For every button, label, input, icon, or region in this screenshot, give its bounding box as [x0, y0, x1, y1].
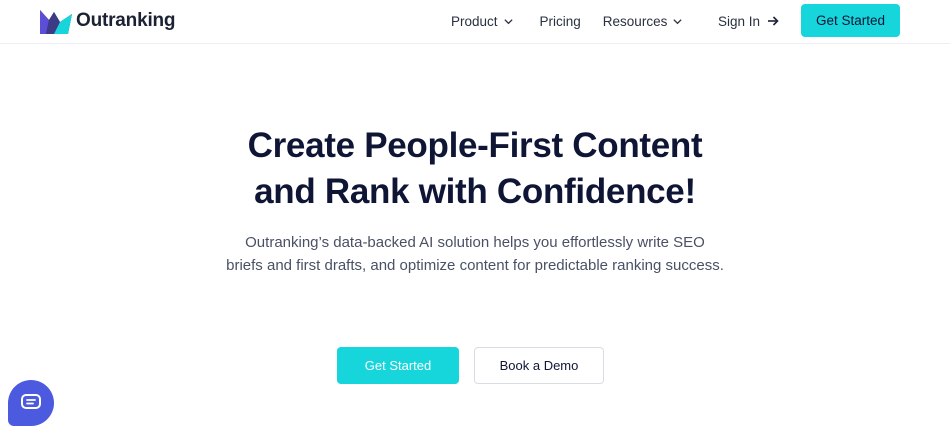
chevron-down-icon — [503, 18, 513, 24]
nav-item-label: Pricing — [539, 13, 581, 29]
hero-get-started-button[interactable]: Get Started — [337, 347, 459, 384]
hero-title-line-2: and Rank with Confidence! — [254, 172, 696, 211]
arrow-right-icon — [768, 16, 779, 26]
hero-subtitle: Outranking’s data-backed AI solution hel… — [226, 234, 724, 274]
chat-bubble-icon — [21, 394, 41, 409]
brand-name: Outranking — [76, 10, 176, 31]
nav-item-label: Product — [451, 13, 498, 29]
nav-item-pricing[interactable]: Pricing — [540, 14, 581, 29]
nav-item-product[interactable]: Product — [451, 14, 514, 29]
sign-in-label: Sign In — [718, 13, 761, 29]
hero-title-line-1: Create People-First Content — [247, 126, 703, 165]
brand-logo[interactable]: Outranking — [40, 7, 176, 35]
chat-widget-button[interactable] — [8, 380, 54, 426]
nav-item-resources[interactable]: Resources — [603, 14, 684, 29]
book-demo-button[interactable]: Book a Demo — [474, 347, 604, 384]
hero-title: Create People-First Content and Rank wit… — [0, 123, 950, 215]
nav-item-label: Resources — [602, 13, 668, 29]
main-nav: Product Pricing Resources — [451, 0, 683, 42]
top-navigation-bar: Outranking Product Pricing Resources Sig… — [0, 0, 950, 44]
sign-in-link[interactable]: Sign In — [718, 12, 779, 30]
outranking-logo-icon — [40, 10, 72, 34]
chevron-down-icon — [673, 18, 682, 24]
header-get-started-button[interactable]: Get Started — [801, 4, 900, 37]
